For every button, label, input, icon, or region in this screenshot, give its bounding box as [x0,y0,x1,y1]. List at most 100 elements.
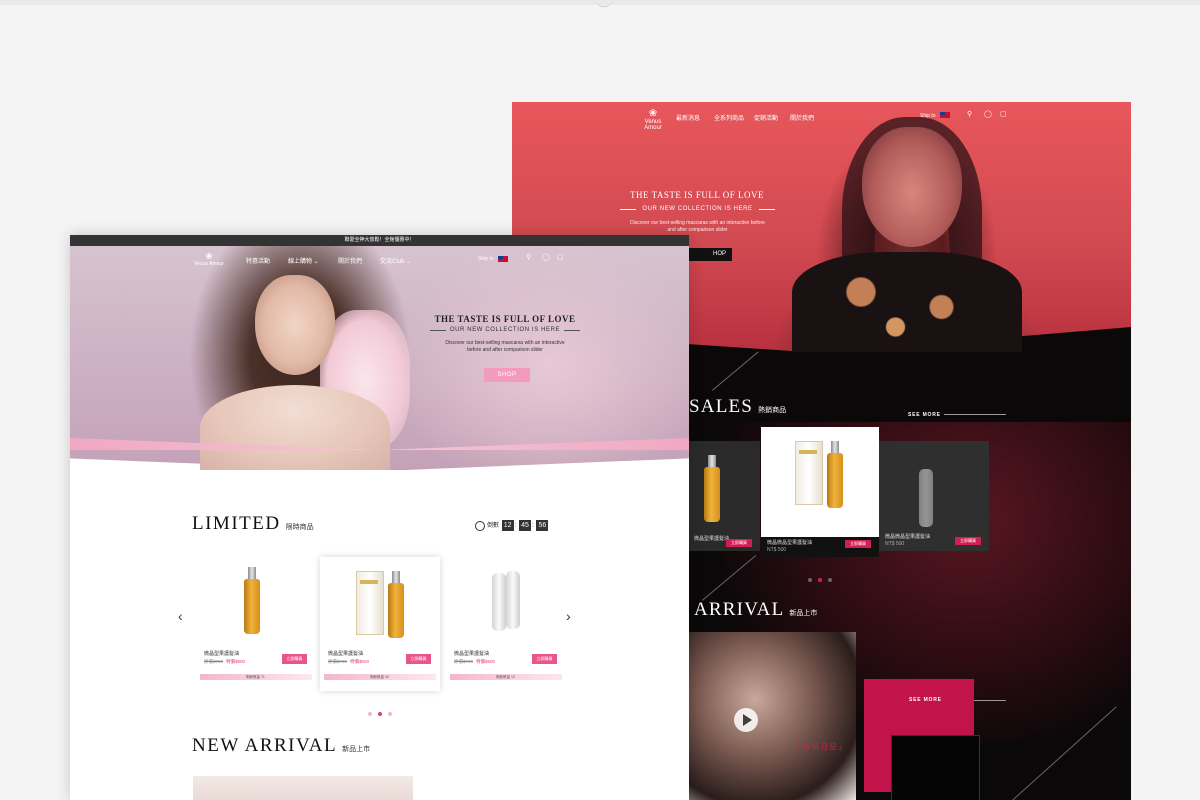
user-icon[interactable]: ◯ [542,254,550,262]
back-video-thumbnail[interactable] [688,632,856,800]
front-shop-button[interactable]: SHOP [484,368,530,382]
front-nav-shop[interactable]: 線上購物 ⌄ [288,256,319,265]
amber-bottle-image [388,571,404,638]
user-icon[interactable]: ◯ [984,111,992,119]
light-theme-mockup: 聯愛全神大放鬆！全館優惠中！ ❀ Venus Amour 特惠活動 線上購物 ⌄ … [70,235,689,800]
stopwatch-icon [475,520,485,531]
back-nav-promo[interactable]: 促銷活動 [754,113,778,122]
search-icon[interactable]: ⚲ [967,111,975,119]
buy-now-button[interactable]: 立即購買 [406,654,431,664]
amber-bottle-image [827,441,843,508]
carousel-next-arrow-icon[interactable]: › [566,608,571,624]
limited-zh: 限時商品 [285,524,314,531]
back-active-card-footer: 微晶微晶型果護髮油 NT$ 500 立即購買 [761,537,879,557]
amber-bottle-image [704,455,720,522]
back-product-card-active[interactable] [761,427,879,537]
back-hero-subtitle: OUR NEW COLLECTION IS HERE [620,206,775,212]
back-see-more-sales[interactable]: SEE MORE [908,412,941,418]
front-nav-club[interactable]: 交流Club ⌄ [380,256,411,265]
search-icon[interactable]: ⚲ [526,254,534,262]
white-bottle-image [492,573,506,631]
stock-remaining: 剩餘數量 71 [246,675,265,679]
carousel-dot[interactable] [368,712,372,716]
back-buy-button[interactable]: 立即購買 [955,537,981,545]
back-see-more-arrival[interactable]: SEE MORE [909,697,942,703]
original-price: 原價$700 [204,659,224,664]
new-arrival-zh: 新品上市 [342,746,371,753]
product-price: 原價$700 特價$500 [204,659,245,665]
product-name: 微晶型果護髮油 [328,651,364,657]
back-nav-about[interactable]: 關於我們 [790,113,814,122]
carousel-prev-arrow-icon[interactable]: ‹ [178,608,183,624]
back-nav-bar: ❀ Venus Amour 最新消息 全系列商品 促銷活動 關於我們 Ship t… [512,102,1131,132]
new-arrival-en: NEW ARRIVAL [192,735,338,756]
back-buy-button[interactable]: 立即購買 [726,539,752,547]
back-arrival-title: ARRIVAL 新品上市 [694,599,817,621]
back-see-more-line [944,414,1006,415]
front-logo[interactable]: ❀ Venus Amour [194,251,224,267]
limited-product-card[interactable]: 微晶型果護髮油 原價$700 特價$500 立即購買 剩餘數量 71 [196,557,316,687]
promo-banner[interactable]: 聯愛全神大放鬆！全館優惠中！ [70,235,689,246]
back-ship-to[interactable]: Ship to [920,113,936,119]
timer-minutes: 45 [519,520,532,531]
taiwan-flag-icon[interactable] [498,256,508,262]
timer-seconds: 56 [536,520,549,531]
carousel-dot-active[interactable] [818,578,822,582]
cart-icon[interactable]: ▢ [557,254,565,262]
product-price: 原價$700 特價$500 [454,659,495,665]
front-nav-special[interactable]: 特惠活動 [246,256,270,265]
buy-now-button[interactable]: 立即購買 [282,654,307,664]
back-hero-model-face [862,127,962,247]
back-logo[interactable]: ❀ Venus Amour [638,108,668,131]
buy-now-button[interactable]: 立即購買 [532,654,557,664]
back-nav-news[interactable]: 最新消息 [676,113,700,122]
back-hero-title: THE TASTE IS FULL OF LOVE [629,190,765,200]
back-dark-product-box [891,735,980,800]
front-hero-model-shoulder [200,385,390,470]
back-carousel-dots [805,569,835,587]
top-notch [596,0,612,7]
front-hero-subtitle: OUR NEW COLLECTION IS HERE [430,327,580,333]
limited-product-card-active[interactable]: 微晶型果護髮油 原價$700 特價$500 立即購買 剩餘數量 40 [320,557,440,691]
front-ship-to[interactable]: Ship to [478,256,494,262]
white-bottle-image [919,469,933,527]
new-arrival-image[interactable] [193,776,413,800]
back-nav-products[interactable]: 全系列商品 [714,113,744,122]
carousel-dot[interactable] [828,578,832,582]
back-buy-button[interactable]: 立即購買 [845,540,871,548]
limited-title: LIMITED 限時商品 [192,513,314,535]
back-arrival-zh: 新品上市 [789,610,818,617]
boxed-oil-image [795,441,823,505]
front-logo-text: Venus Amour [194,261,224,267]
white-bottle-image [506,571,520,629]
back-product-price: NT$ 500 [767,547,787,553]
countdown-timer: 倒數 12: 45: 56 [475,520,549,531]
taiwan-flag-icon[interactable] [940,112,950,118]
lotus-logo-icon: ❀ [205,251,213,261]
limited-product-card[interactable]: 微晶型果護髮油 原價$700 特價$500 立即購買 剩餘數量 13 [446,557,566,687]
sale-price: 特價$500 [226,659,246,664]
back-see-more-line [974,700,1006,701]
carousel-dot[interactable] [808,578,812,582]
back-product-card[interactable]: 微晶微晶型果護髮油 NT$ 500 立即購買 [879,441,989,551]
boxed-oil-image [356,571,384,635]
back-hot-sales-zh: 熱銷商品 [758,407,787,414]
carousel-dot-active[interactable] [378,712,382,716]
front-hero-title: THE TASTE IS FULL OF LOVE [434,314,576,324]
front-hero-desc: Discover our best-selling mascaras with … [445,340,565,353]
front-nav-about[interactable]: 關於我們 [338,256,362,265]
cart-icon[interactable]: ▢ [1000,111,1008,119]
back-product-name: 微晶微晶型果護髮油 [885,534,931,540]
front-carousel-dots [365,703,395,721]
play-icon[interactable] [734,708,758,732]
back-product-card[interactable]: 微晶型果護髮油 立即購買 [688,441,760,551]
original-price: 原價$700 [454,659,474,664]
back-hot-sales-en: SALES [689,396,754,417]
sale-price: 特價$500 [476,659,496,664]
carousel-dot[interactable] [388,712,392,716]
back-logo-text: Venus Amour [644,119,662,131]
limited-en: LIMITED [192,513,281,534]
stock-remaining: 剩餘數量 40 [370,675,389,679]
product-price: 原價$700 特價$500 [328,659,369,665]
product-name: 微晶型果護髮油 [454,651,490,657]
